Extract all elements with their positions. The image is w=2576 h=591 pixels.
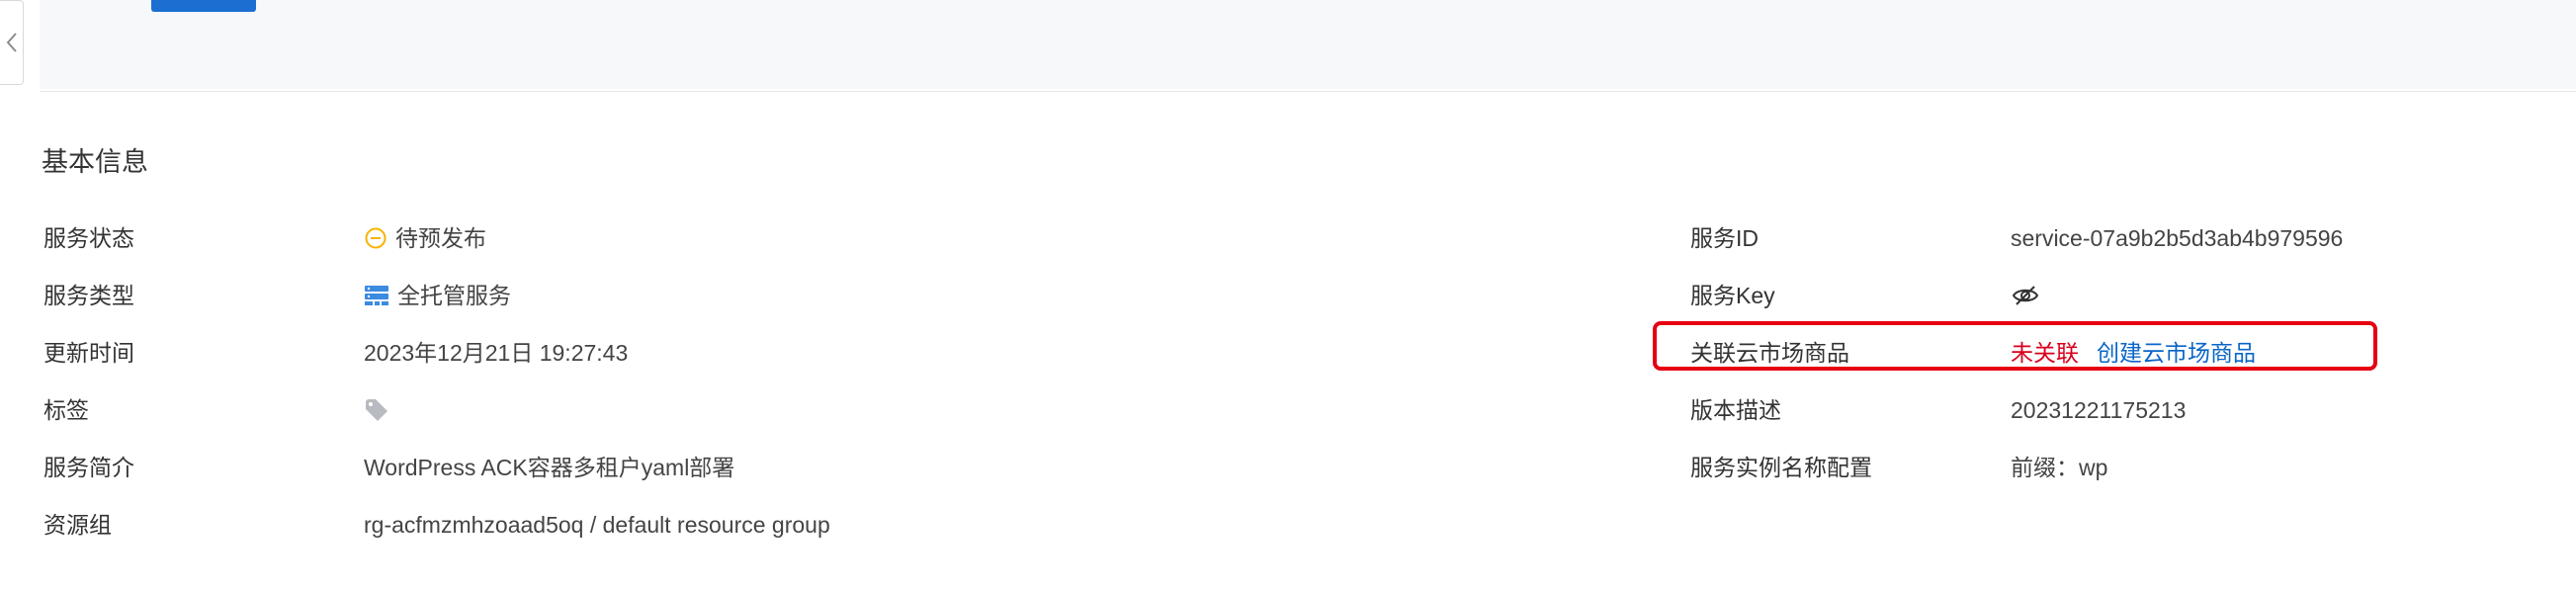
section-divider — [40, 91, 2576, 92]
service-description-value: WordPress ACK容器多租户yaml部署 — [364, 455, 735, 480]
version-description-value: 20231221175213 — [2011, 397, 2187, 423]
service-type-label: 服务类型 — [43, 283, 134, 308]
highlight-annotation-box — [1653, 321, 2377, 371]
tags-label: 标签 — [43, 397, 89, 423]
service-status-text: 待预发布 — [395, 225, 486, 251]
tag-icon[interactable] — [364, 397, 389, 423]
service-description-label: 服务简介 — [43, 455, 134, 480]
primary-button[interactable] — [151, 0, 256, 12]
update-time-value: 2023年12月21日 19:27:43 — [364, 340, 629, 366]
service-status-label: 服务状态 — [43, 225, 134, 251]
update-time-label: 更新时间 — [43, 340, 134, 366]
version-description-label: 版本描述 — [1690, 397, 1781, 423]
section-title: 基本信息 — [42, 147, 148, 177]
collapse-sidebar-button[interactable] — [0, 0, 24, 85]
service-type-value: 全托管服务 — [364, 279, 511, 312]
top-panel — [40, 0, 2576, 89]
tags-value — [364, 393, 389, 427]
service-id-value: service-07a9b2b5d3ab4b979596 — [2011, 225, 2344, 251]
chevron-left-icon — [6, 32, 18, 53]
pending-circle-icon — [364, 226, 387, 250]
resource-group-label: 资源组 — [43, 512, 112, 538]
service-type-text: 全托管服务 — [397, 283, 511, 308]
service-key-value — [2011, 279, 2040, 312]
service-status-value: 待预发布 — [364, 221, 486, 255]
resource-group-value: rg-acfmzmhzoaad5oq / default resource gr… — [364, 512, 830, 538]
instance-name-config-value: 前缀：wp — [2011, 455, 2108, 480]
service-key-label: 服务Key — [1690, 283, 1775, 308]
server-icon — [364, 284, 389, 307]
service-id-label: 服务ID — [1690, 225, 1759, 251]
eye-off-icon[interactable] — [2011, 284, 2040, 307]
instance-name-config-label: 服务实例名称配置 — [1690, 455, 1872, 480]
